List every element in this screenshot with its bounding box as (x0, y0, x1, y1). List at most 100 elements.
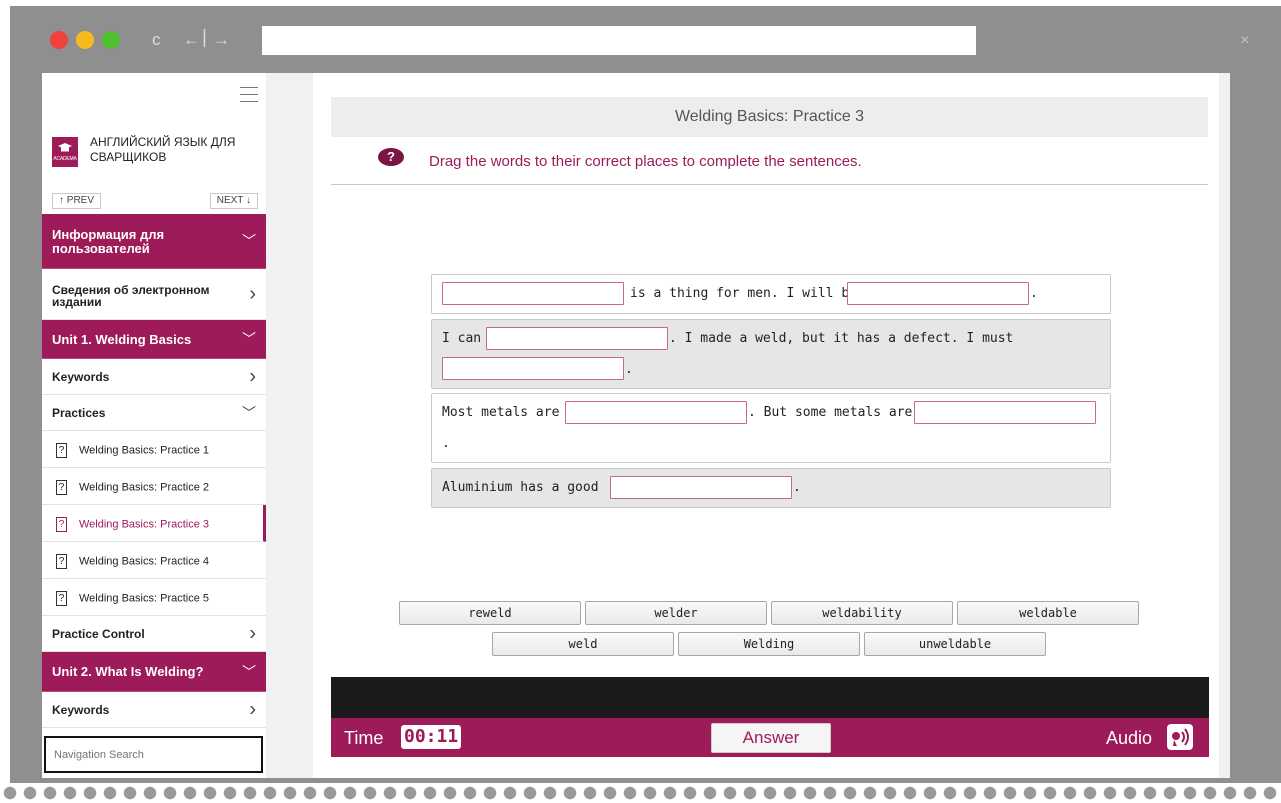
sidebar-item-label: Practice Control (52, 627, 145, 641)
word-chip-unweldable[interactable]: unweldable (864, 632, 1046, 656)
word-chip-welder[interactable]: welder (585, 601, 767, 625)
hamburger-menu-icon[interactable] (240, 87, 258, 103)
drop-blank-2[interactable] (847, 282, 1029, 305)
drop-blank-3[interactable] (486, 327, 668, 350)
chevron-down-icon: ﹀ (242, 233, 256, 249)
sidebar-item-practice-control[interactable]: Practice Control › (42, 616, 266, 652)
sidebar-item-practice-2[interactable]: ? Welding Basics: Practice 2 (42, 468, 266, 505)
sidebar-item-label: Keywords (52, 703, 110, 717)
exercise-title: Welding Basics: Practice 3 (331, 97, 1208, 137)
sidebar-item-svedeniya[interactable]: Сведения об электронном издании › (42, 269, 266, 320)
media-bar (331, 677, 1209, 718)
next-button[interactable]: NEXT ↓ (209, 193, 258, 209)
timer-value: 00:11 (401, 725, 462, 749)
word-chip-weldable[interactable]: weldable (957, 601, 1139, 625)
question-box-icon: ? (56, 591, 67, 606)
decorative-edge (0, 783, 1281, 803)
maximize-window-button[interactable] (102, 31, 120, 49)
brand-title: АНГЛИЙСКИЙ ЯЗЫК ДЛЯ СВАРЩИКОВ (90, 135, 236, 164)
exercise-panel: Welding Basics: Practice 3 ? Drag the wo… (313, 73, 1219, 778)
sidebar-item-practice-5[interactable]: ? Welding Basics: Practice 5 (42, 579, 266, 616)
minimize-window-button[interactable] (76, 31, 94, 49)
academa-logo: ACADEMA (52, 137, 78, 167)
logo-text: ACADEMA (53, 156, 77, 162)
sentence-text: . I made a weld, but it has a defect. I … (669, 331, 1014, 346)
close-window-button[interactable] (50, 31, 68, 49)
forward-arrow-icon[interactable]: → (213, 30, 230, 50)
prev-button[interactable]: ↑ PREV (52, 193, 102, 209)
url-bar[interactable] (262, 26, 976, 55)
sidebar-item-practice-1[interactable]: ? Welding Basics: Practice 1 (42, 431, 266, 468)
drop-blank-5[interactable] (565, 401, 747, 424)
sentence-text: . But some metals are (748, 405, 913, 420)
drop-blank-1[interactable] (442, 282, 624, 305)
close-tab-icon[interactable]: × (1240, 32, 1249, 50)
nav-separator: | (202, 27, 207, 48)
sentence-text: . (1030, 286, 1038, 301)
control-bar: Time 00:11 Answer Audio (331, 718, 1209, 757)
sentence-text: . (625, 362, 633, 377)
sidebar-item-label: Unit 2. What Is Welding? (52, 664, 204, 679)
sidebar-item-label: Welding Basics: Practice 2 (79, 481, 210, 494)
speaker-glyph-icon (1172, 728, 1189, 746)
sidebar-item-keywords-2[interactable]: Keywords › (42, 692, 266, 728)
sentence-3: Most metals are . But some metals are . (431, 393, 1111, 463)
word-chip-weld[interactable]: weld (492, 632, 674, 656)
question-box-icon: ? (56, 517, 67, 532)
sidebar-item-label: Keywords (52, 370, 110, 384)
sentence-4: Aluminium has a good . (431, 468, 1111, 508)
main-area: Welding Basics: Practice 3 ? Drag the wo… (307, 73, 1230, 778)
question-icon: ? (378, 148, 404, 166)
chevron-right-icon: › (249, 698, 256, 720)
sentence-text: Aluminium has a good (442, 480, 599, 495)
sidebar-item-label: Welding Basics: Practice 3 (79, 518, 210, 531)
graduation-cap-icon (58, 143, 72, 152)
sidebar-item-label: Welding Basics: Practice 4 (79, 555, 210, 568)
reload-icon[interactable]: c (152, 30, 161, 50)
sentence-text: . (793, 480, 801, 495)
sidebar-item-practice-3[interactable]: ? Welding Basics: Practice 3 (42, 505, 266, 542)
back-arrow-icon[interactable]: ← (183, 30, 200, 50)
word-chip-weldability[interactable]: weldability (771, 601, 953, 625)
chevron-right-icon: › (249, 283, 256, 305)
sentence-text: Most metals are (442, 405, 560, 420)
chevron-down-icon: ﹀ (242, 663, 256, 680)
sidebar-item-keywords-1[interactable]: Keywords › (42, 359, 266, 395)
sidebar-item-practices[interactable]: Practices ﹀ (42, 395, 266, 431)
chevron-right-icon: › (249, 365, 256, 387)
sidebar-item-practice-4[interactable]: ? Welding Basics: Practice 4 (42, 542, 266, 579)
drop-blank-6[interactable] (914, 401, 1096, 424)
sidebar-item-label: Welding Basics: Practice 5 (79, 592, 210, 605)
sentence-1: is a thing for men. I will be a . (431, 274, 1111, 314)
sidebar-item-label: Welding Basics: Practice 1 (79, 444, 210, 457)
sidebar-item-unit2[interactable]: Unit 2. What Is Welding? ﹀ (42, 652, 266, 692)
sentence-2: I can . I made a weld, but it has a defe… (431, 319, 1111, 389)
browser-frame: c ← | → × ACADEMA АНГЛИЙСКИЙ ЯЗЫК ДЛЯ СВ… (10, 6, 1281, 783)
sidebar-item-label: Сведения об электронном издании (52, 283, 210, 309)
sentence-text: . (442, 436, 450, 451)
page-viewport: ACADEMA АНГЛИЙСКИЙ ЯЗЫК ДЛЯ СВАРЩИКОВ ↑ … (42, 73, 1230, 778)
drop-blank-4[interactable] (442, 357, 624, 380)
chevron-right-icon: › (249, 622, 256, 644)
sidebar-item-label: Информация для пользователей (52, 227, 165, 256)
question-box-icon: ? (56, 480, 67, 495)
question-box-icon: ? (56, 554, 67, 569)
speaker-icon[interactable] (1167, 724, 1193, 750)
sidebar-item-label: Practices (52, 406, 106, 420)
sidebar-menu: Информация для пользователей ﹀ Сведения … (42, 214, 266, 728)
sidebar-item-label: Unit 1. Welding Basics (52, 332, 192, 347)
divider (331, 184, 1208, 185)
sentence-text: I can (442, 331, 482, 346)
navigation-search-input[interactable] (44, 736, 263, 773)
answer-button[interactable]: Answer (711, 723, 831, 753)
time-label: Time (344, 728, 384, 748)
sidebar-item-info[interactable]: Информация для пользователей ﹀ (42, 214, 266, 269)
sidebar: ACADEMA АНГЛИЙСКИЙ ЯЗЫК ДЛЯ СВАРЩИКОВ ↑ … (42, 73, 266, 778)
question-box-icon: ? (56, 443, 67, 458)
sidebar-item-unit1[interactable]: Unit 1. Welding Basics ﹀ (42, 320, 266, 359)
word-chip-reweld[interactable]: reweld (399, 601, 581, 625)
chevron-down-icon: ﹀ (242, 331, 256, 347)
sentence-text: is a thing for men. I will be a (630, 286, 873, 301)
drop-blank-7[interactable] (610, 476, 792, 499)
word-chip-welding[interactable]: Welding (678, 632, 860, 656)
